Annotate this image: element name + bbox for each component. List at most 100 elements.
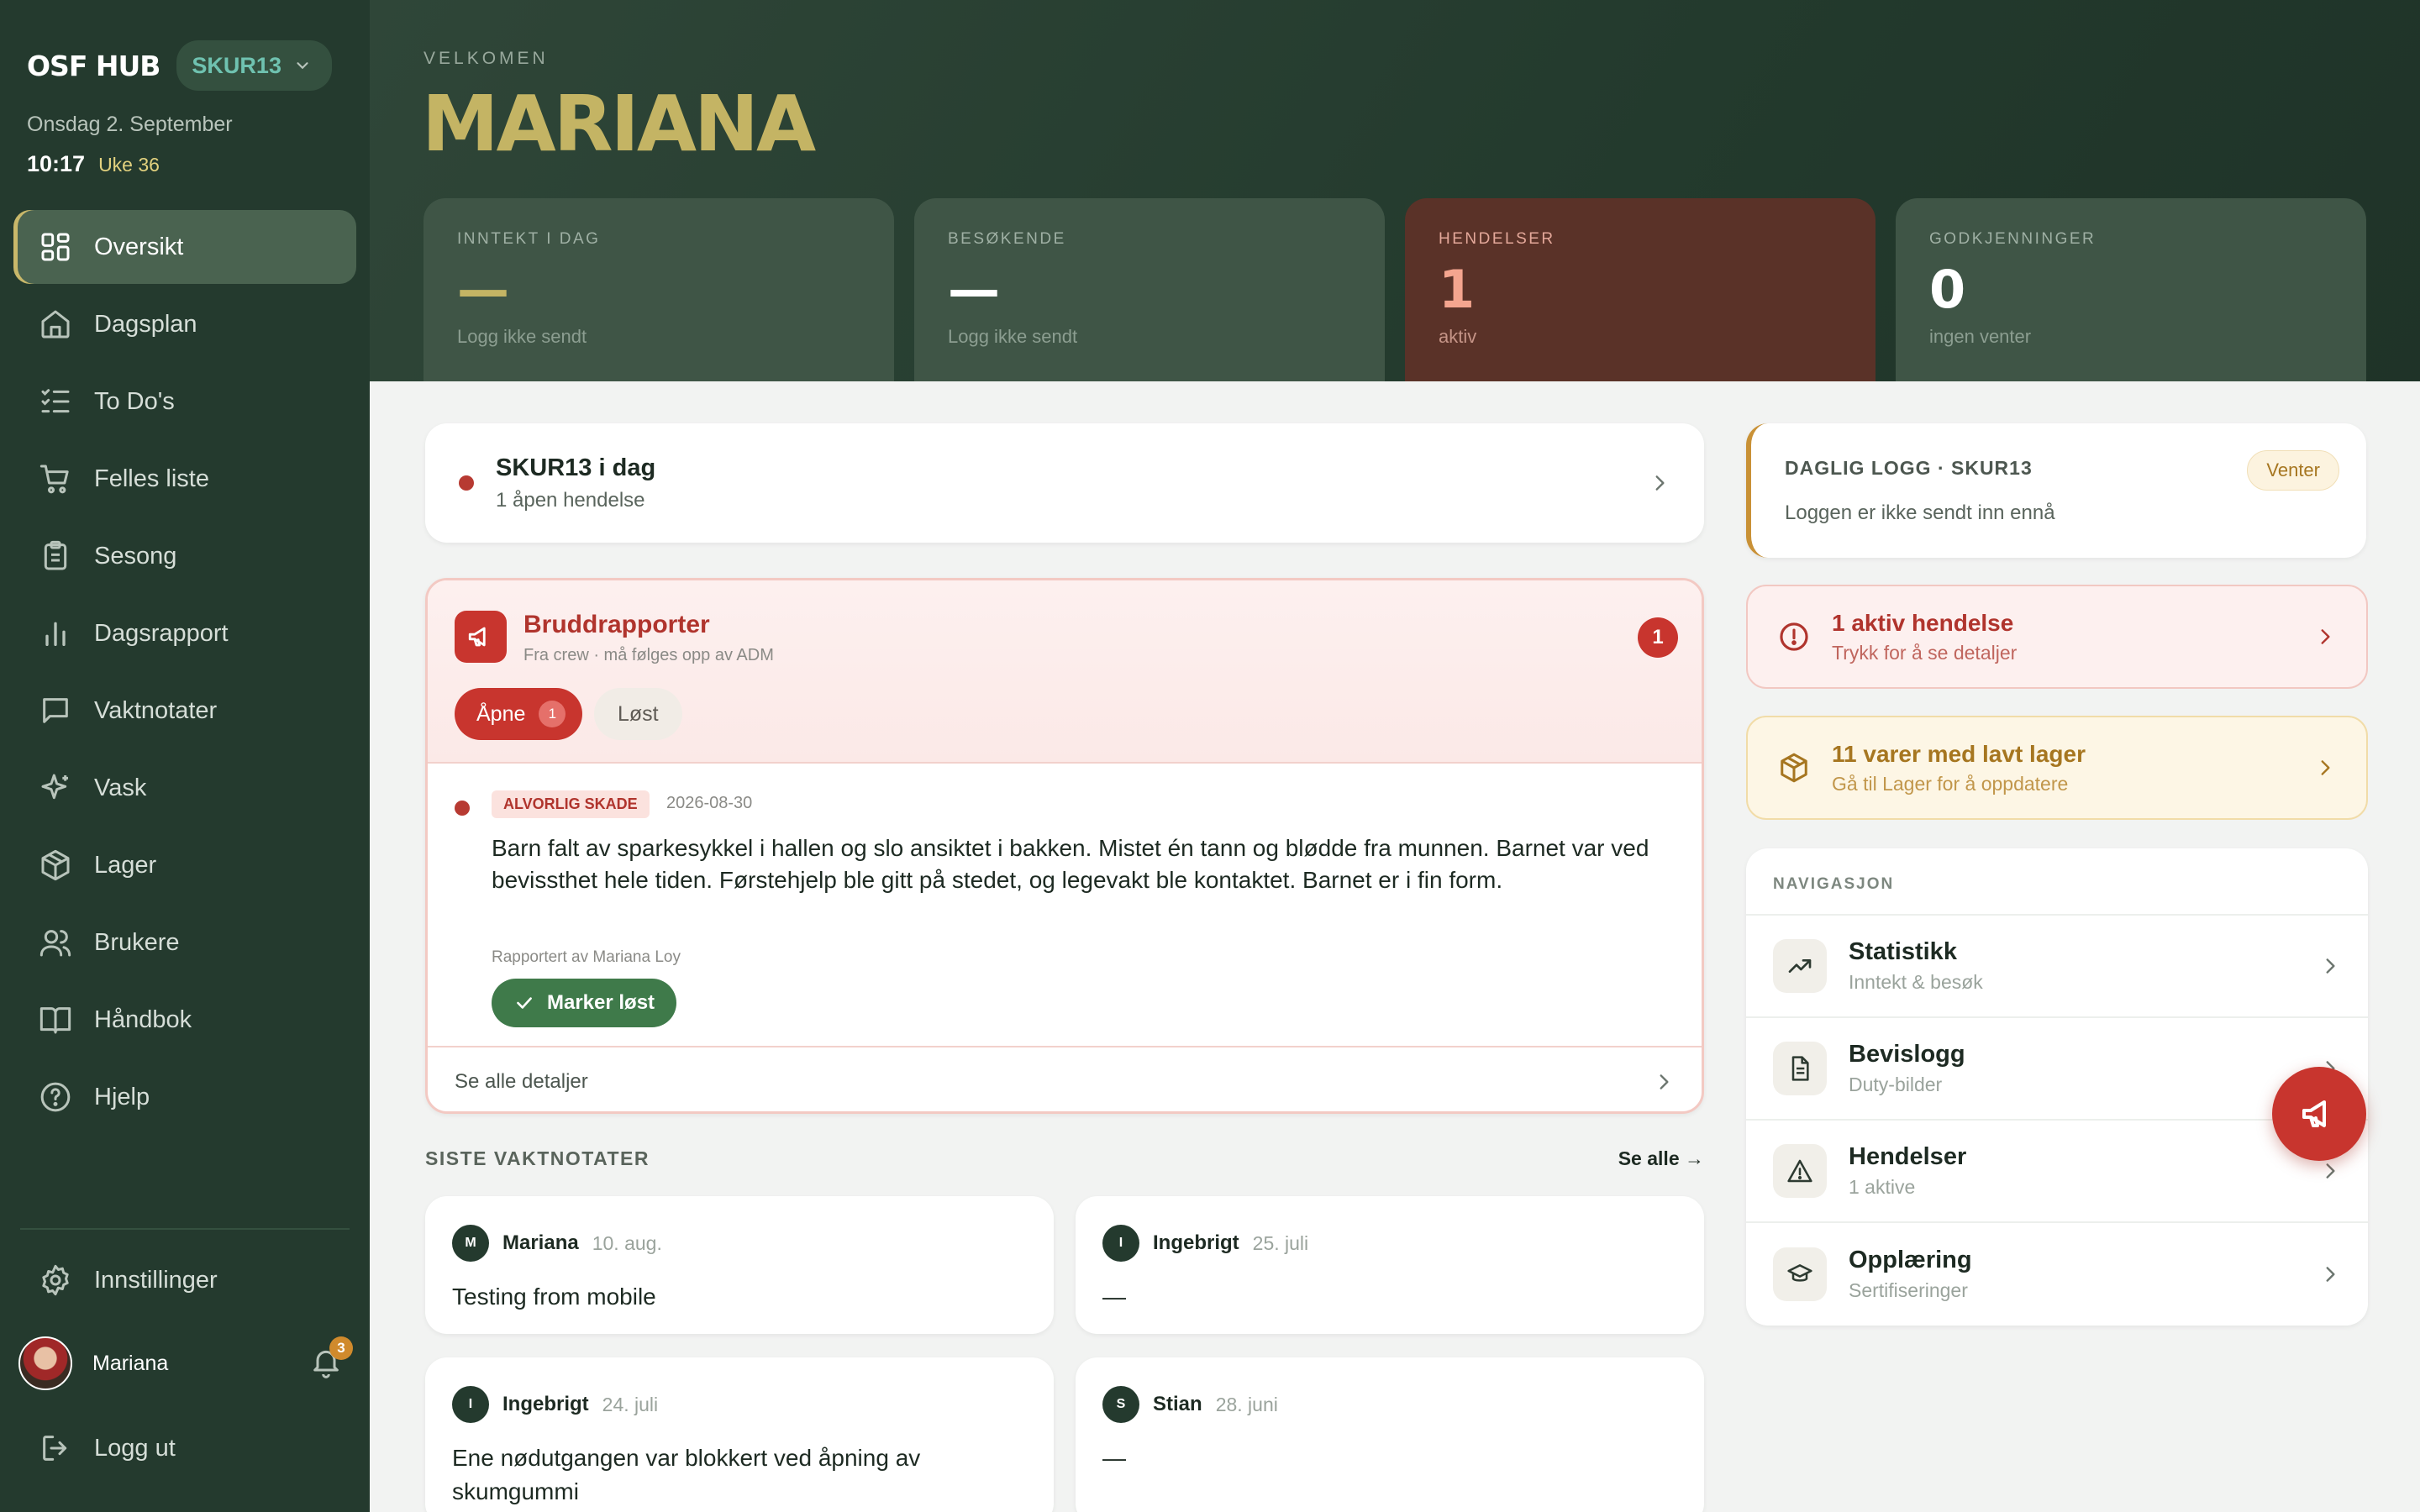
- sidebar-item-label: Dagsplan: [94, 310, 197, 338]
- sidebar-item-dagsrapport[interactable]: Dagsrapport: [13, 596, 356, 670]
- daily-log-card[interactable]: DAGLIG LOGG · SKUR13 Venter Loggen er ik…: [1746, 423, 2366, 558]
- tab-open[interactable]: Åpne 1: [455, 688, 583, 740]
- incident-description: Barn falt av sparkesykkel i hallen og sl…: [492, 835, 1649, 893]
- incident-reports-title: Bruddrapporter: [523, 611, 710, 638]
- see-all-notes-link[interactable]: Se alle →: [1618, 1147, 1704, 1170]
- nav-link-opplaering[interactable]: Opplæring Sertifiseringer: [1746, 1223, 2368, 1326]
- current-time: 10:17: [27, 151, 86, 176]
- daily-log-subtitle: Loggen er ikke sendt inn ennå: [1785, 501, 2055, 524]
- stat-label: BESØKENDE: [948, 230, 1066, 248]
- sidebar-item-handbok[interactable]: Håndbok: [13, 983, 356, 1057]
- shift-note-card[interactable]: M Mariana 10. aug. Testing from mobile: [425, 1196, 1054, 1334]
- sidebar-item-felles-liste[interactable]: Felles liste: [13, 442, 356, 516]
- brand-row: OSF HUB SKUR13: [27, 40, 332, 91]
- nav-link-text: Hendelser 1 aktive: [1849, 1143, 2319, 1199]
- user-name: Mariana: [92, 1351, 169, 1375]
- logout-button[interactable]: Logg ut: [13, 1411, 356, 1485]
- note-header: I Ingebrigt 25. juli: [1102, 1225, 1677, 1262]
- sidebar-item-vask[interactable]: Vask: [13, 751, 356, 825]
- low-stock-alert[interactable]: 11 varer med lavt lager Gå til Lager for…: [1746, 716, 2368, 820]
- stat-card-approvals[interactable]: GODKJENNINGER 0 ingen venter: [1896, 198, 2366, 381]
- check-icon: [517, 997, 532, 1009]
- week-number: Uke 36: [98, 154, 160, 176]
- chevron-right-icon: [2319, 1160, 2341, 1182]
- sidebar-item-hjelp[interactable]: Hjelp: [13, 1060, 356, 1134]
- section-title: SISTE VAKTNOTATER: [425, 1147, 650, 1169]
- note-date: 25. juli: [1252, 1231, 1309, 1254]
- nav-link-title: Statistikk: [1849, 938, 1957, 965]
- sidebar-item-label: Vaktnotater: [94, 696, 218, 724]
- see-all-details-link[interactable]: Se alle detaljer: [428, 1046, 1702, 1111]
- nav-link-subtitle: Sertifiseringer: [1849, 1279, 1968, 1301]
- box-icon: [1781, 753, 1807, 783]
- shift-note-card[interactable]: I Ingebrigt 24. juli Ene nødutgangen var…: [425, 1357, 1054, 1512]
- sidebar-item-label: Lager: [94, 851, 157, 879]
- tab-open-label: Åpne: [476, 701, 526, 726]
- author-name: Ingebrigt: [502, 1393, 589, 1415]
- today-text: SKUR13 i dag 1 åpen hendelse: [496, 454, 1649, 512]
- nav-link-statistikk[interactable]: Statistikk Inntekt & besøk: [1746, 916, 2368, 1018]
- mark-resolved-button[interactable]: Marker løst: [492, 979, 677, 1027]
- incident-count-badge: 1: [1638, 617, 1678, 658]
- alert-subtitle: Gå til Lager for å oppdatere: [1832, 772, 2069, 795]
- navigation-title: NAVIGASJON: [1746, 848, 2368, 916]
- megaphone-icon: [455, 611, 507, 663]
- nav-link-subtitle: 1 aktive: [1849, 1176, 1916, 1198]
- chevron-right-icon: [1649, 472, 1670, 494]
- chevron-right-icon: [2319, 955, 2341, 977]
- alert-text: 11 varer med lavt lager Gå til Lager for…: [1832, 741, 2314, 795]
- sidebar-item-label: Oversikt: [94, 233, 184, 260]
- sidebar-item-label: Felles liste: [94, 465, 209, 492]
- author-initial: I: [452, 1386, 489, 1423]
- nav-link-hendelser[interactable]: Hendelser 1 aktive: [1746, 1121, 2368, 1223]
- sidebar-item-brukere[interactable]: Brukere: [13, 906, 356, 979]
- sidebar-settings-section: Innstillinger: [13, 1243, 356, 1320]
- store-selector[interactable]: SKUR13: [176, 40, 332, 91]
- sidebar-item-dagsplan[interactable]: Dagsplan: [13, 287, 356, 361]
- status-badge: Venter: [2247, 450, 2339, 491]
- sidebar-item-oversikt[interactable]: Oversikt: [13, 210, 356, 284]
- tab-open-count: 1: [539, 701, 566, 727]
- current-date: Onsdag 2. September: [27, 113, 233, 136]
- tab-solved[interactable]: Løst: [594, 688, 682, 740]
- shift-note-card[interactable]: S Stian 28. juni —: [1076, 1357, 1704, 1512]
- active-incident-alert[interactable]: 1 aktiv hendelse Trykk for å se detaljer: [1746, 585, 2368, 689]
- sidebar-item-sesong[interactable]: Sesong: [13, 519, 356, 593]
- cart-icon: [39, 465, 69, 494]
- today-subtitle: 1 åpen hendelse: [496, 488, 645, 512]
- today-summary-card[interactable]: SKUR13 i dag 1 åpen hendelse: [425, 423, 1704, 543]
- book-icon: [39, 1007, 71, 1034]
- stat-card-income[interactable]: INNTEKT I DAG — Logg ikke sendt: [424, 198, 894, 381]
- box-icon: [41, 849, 70, 881]
- report-incident-fab[interactable]: [2272, 1067, 2366, 1161]
- note-date: 10. aug.: [592, 1231, 662, 1254]
- stat-sub: Logg ikke sendt: [948, 326, 1078, 347]
- logout-icon: [43, 1436, 67, 1461]
- clipboard-icon: [44, 540, 67, 570]
- note-header: M Mariana 10. aug.: [452, 1225, 1027, 1262]
- dashboard-header: VELKOMEN MARIANA INNTEKT I DAG — Logg ik…: [370, 0, 2420, 381]
- sidebar-item-todos[interactable]: To Do's: [13, 365, 356, 438]
- avatar[interactable]: [18, 1336, 72, 1390]
- stat-card-incidents[interactable]: HENDELSER 1 aktiv: [1405, 198, 1876, 381]
- user-profile[interactable]: Mariana 3: [18, 1336, 355, 1391]
- warning-icon: [1773, 1144, 1827, 1198]
- sidebar-item-innstillinger[interactable]: Innstillinger: [13, 1243, 356, 1317]
- notifications-button[interactable]: 3: [309, 1336, 353, 1382]
- author-name: Stian: [1153, 1393, 1202, 1415]
- see-all-details-label: Se alle detaljer: [455, 1070, 588, 1093]
- nav-link-title: Bevislogg: [1849, 1041, 1965, 1068]
- sidebar-item-lager[interactable]: Lager: [13, 828, 356, 902]
- sidebar-item-vaktnotater[interactable]: Vaktnotater: [13, 674, 356, 748]
- sidebar-logout-section: Logg ut: [13, 1411, 356, 1488]
- tab-solved-label: Løst: [618, 701, 659, 726]
- sidebar-item-label: Innstillinger: [94, 1266, 218, 1294]
- stat-card-visitors[interactable]: BESØKENDE — Logg ikke sendt: [914, 198, 1385, 381]
- author-initial: I: [1102, 1225, 1139, 1262]
- status-dot: [455, 801, 470, 816]
- checklist-icon: [41, 389, 70, 413]
- incident-reporter: Rapportert av Mariana Loy: [492, 948, 681, 966]
- note-text: Testing from mobile: [452, 1284, 656, 1310]
- shift-note-card[interactable]: I Ingebrigt 25. juli —: [1076, 1196, 1704, 1334]
- store-selector-label: SKUR13: [192, 52, 281, 78]
